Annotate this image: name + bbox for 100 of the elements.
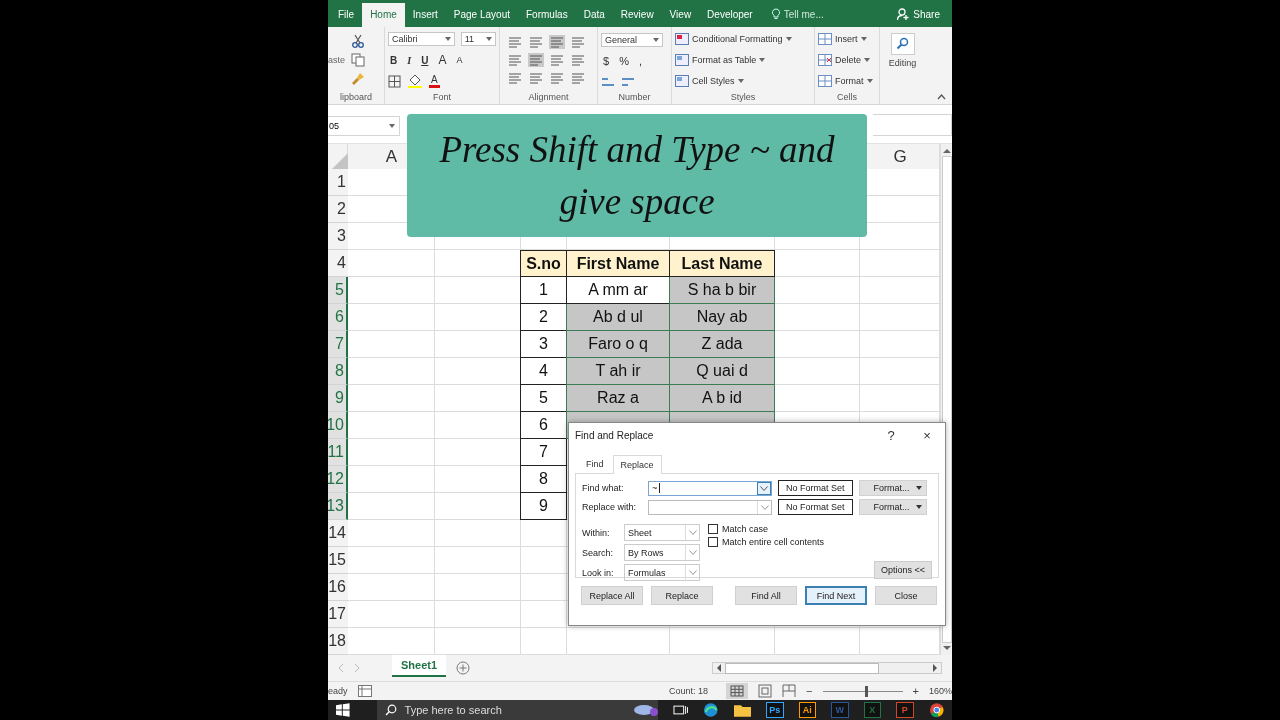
horizontal-scrollbar[interactable] [712, 662, 942, 675]
ribbon-tab[interactable]: Insert [404, 1, 446, 27]
table-cell[interactable]: Q uai d [669, 358, 775, 386]
option-dropdown[interactable]: By Rows [624, 544, 700, 561]
table-cell[interactable]: First Name [566, 250, 670, 278]
cells-menu-button[interactable]: Insert [818, 33, 876, 46]
dialog-button[interactable]: Close [875, 586, 937, 605]
format-button[interactable]: I [405, 54, 414, 66]
chrome-browser-icon[interactable] [928, 702, 945, 718]
previous-sheet-icon[interactable] [338, 664, 344, 673]
table-cell[interactable]: 6 [520, 412, 567, 440]
normal-view-icon[interactable] [726, 683, 749, 700]
alignment-icon[interactable] [507, 35, 523, 50]
collapse-ribbon-icon[interactable] [937, 93, 946, 100]
page-layout-icon[interactable] [758, 684, 773, 699]
number-format-field[interactable]: General [601, 32, 663, 47]
zoom-slider-thumb[interactable] [864, 685, 868, 697]
scissors-icon[interactable] [351, 34, 365, 49]
row-header[interactable]: 14 [328, 520, 348, 548]
dialog-button[interactable]: Find All [735, 586, 797, 605]
ribbon-tab[interactable]: Review [612, 1, 662, 27]
fill-bucket-icon[interactable] [407, 74, 423, 89]
table-cell[interactable]: Faro o q [566, 331, 670, 359]
table-cell[interactable]: A b id [669, 385, 775, 413]
number-format-button[interactable]: $ [601, 55, 612, 68]
sheet-tab[interactable]: Sheet1 [392, 655, 447, 678]
row-header[interactable]: 15 [328, 547, 348, 575]
row-header[interactable]: 9 [328, 385, 348, 413]
ribbon-tab[interactable]: Formulas [518, 1, 576, 27]
number-format-button[interactable]: % [617, 55, 631, 68]
dialog-button[interactable]: Replace All [581, 586, 643, 605]
grow-font-button[interactable]: A [436, 53, 449, 68]
dialog-button[interactable]: Find Next [805, 586, 867, 605]
paste-label[interactable]: aste [328, 55, 345, 66]
help-button[interactable]: ? [873, 424, 909, 446]
app-taskbar-icon[interactable]: Ps [766, 702, 784, 718]
styles-menu-button[interactable]: Cell Styles [675, 75, 811, 88]
cells-menu-button[interactable]: Delete [818, 54, 876, 67]
number-format-button[interactable]: , [636, 55, 644, 68]
format-button[interactable]: Format... [858, 499, 927, 515]
format-button[interactable]: Format... [858, 480, 927, 496]
alignment-icon[interactable] [507, 71, 523, 86]
ribbon-tab[interactable]: Developer [699, 1, 761, 27]
styles-menu-button[interactable]: Format as Table [675, 54, 811, 67]
scrollbar-thumb[interactable] [725, 662, 879, 674]
row-header[interactable]: 5 [328, 277, 348, 305]
shrink-font-button[interactable]: A [454, 55, 465, 66]
dialog-tab[interactable]: Find [579, 455, 611, 473]
row-header[interactable]: 6 [328, 304, 348, 332]
zoom-out-button[interactable]: − [806, 685, 813, 698]
brush-icon[interactable] [351, 72, 365, 87]
row-header[interactable]: 11 [328, 439, 348, 467]
alignment-icon[interactable] [549, 71, 565, 86]
increase-decimal-icon[interactable] [601, 75, 615, 88]
next-sheet-icon[interactable] [354, 664, 360, 673]
row-header[interactable]: 3 [328, 223, 348, 251]
checkbox[interactable] [708, 524, 718, 534]
editing-button[interactable]: Editing [888, 28, 917, 72]
table-cell[interactable]: 5 [520, 385, 567, 413]
column-header[interactable]: G [893, 147, 907, 167]
alignment-icon[interactable] [570, 53, 586, 68]
column-header[interactable]: A [385, 147, 398, 167]
table-cell[interactable]: 8 [520, 466, 567, 494]
scroll-right-icon[interactable] [932, 664, 938, 673]
alignment-icon[interactable] [570, 35, 586, 50]
app-taskbar-icon[interactable]: Ai [798, 702, 817, 718]
replace-with-field[interactable] [648, 499, 772, 515]
row-header[interactable]: 12 [328, 466, 348, 494]
table-cell[interactable]: Last Name [669, 250, 775, 278]
row-header[interactable]: 7 [328, 331, 348, 359]
scroll-left-icon[interactable] [716, 664, 722, 673]
browser-icon[interactable] [703, 702, 719, 718]
format-button[interactable]: U [419, 54, 431, 66]
ribbon-tab[interactable]: Data [575, 1, 613, 27]
row-header[interactable]: 2 [328, 196, 348, 224]
share-button[interactable]: Share [891, 1, 946, 27]
tell-me-button[interactable]: Tell me... [764, 1, 830, 27]
row-header[interactable]: 17 [328, 601, 348, 629]
table-cell[interactable]: 1 [520, 277, 567, 305]
font-name-field[interactable]: Calibri [388, 32, 455, 47]
option-dropdown[interactable]: Sheet [624, 524, 700, 541]
ribbon-tab[interactable]: File [330, 1, 363, 27]
table-cell[interactable]: S.no [520, 250, 567, 278]
font-size-field[interactable]: 11 [460, 32, 496, 47]
close-button[interactable]: × [909, 424, 945, 446]
row-header[interactable]: 16 [328, 574, 348, 602]
task-view-icon[interactable] [672, 703, 689, 717]
cells-menu-button[interactable]: Format [818, 75, 876, 88]
format-button[interactable]: B [388, 54, 400, 66]
alignment-icon[interactable] [549, 35, 565, 50]
find-what-field[interactable]: ~ [648, 480, 772, 496]
folder-icon[interactable] [733, 703, 752, 717]
ribbon-tab[interactable]: View [661, 1, 700, 27]
alignment-icon[interactable] [570, 71, 586, 86]
alignment-icon[interactable] [507, 53, 523, 68]
row-header[interactable]: 13 [328, 493, 348, 521]
options-button[interactable]: Options << [873, 561, 932, 579]
table-cell[interactable]: T ah ir [566, 358, 670, 386]
row-header[interactable]: 18 [328, 628, 348, 656]
font-color-button[interactable]: A [429, 74, 440, 88]
